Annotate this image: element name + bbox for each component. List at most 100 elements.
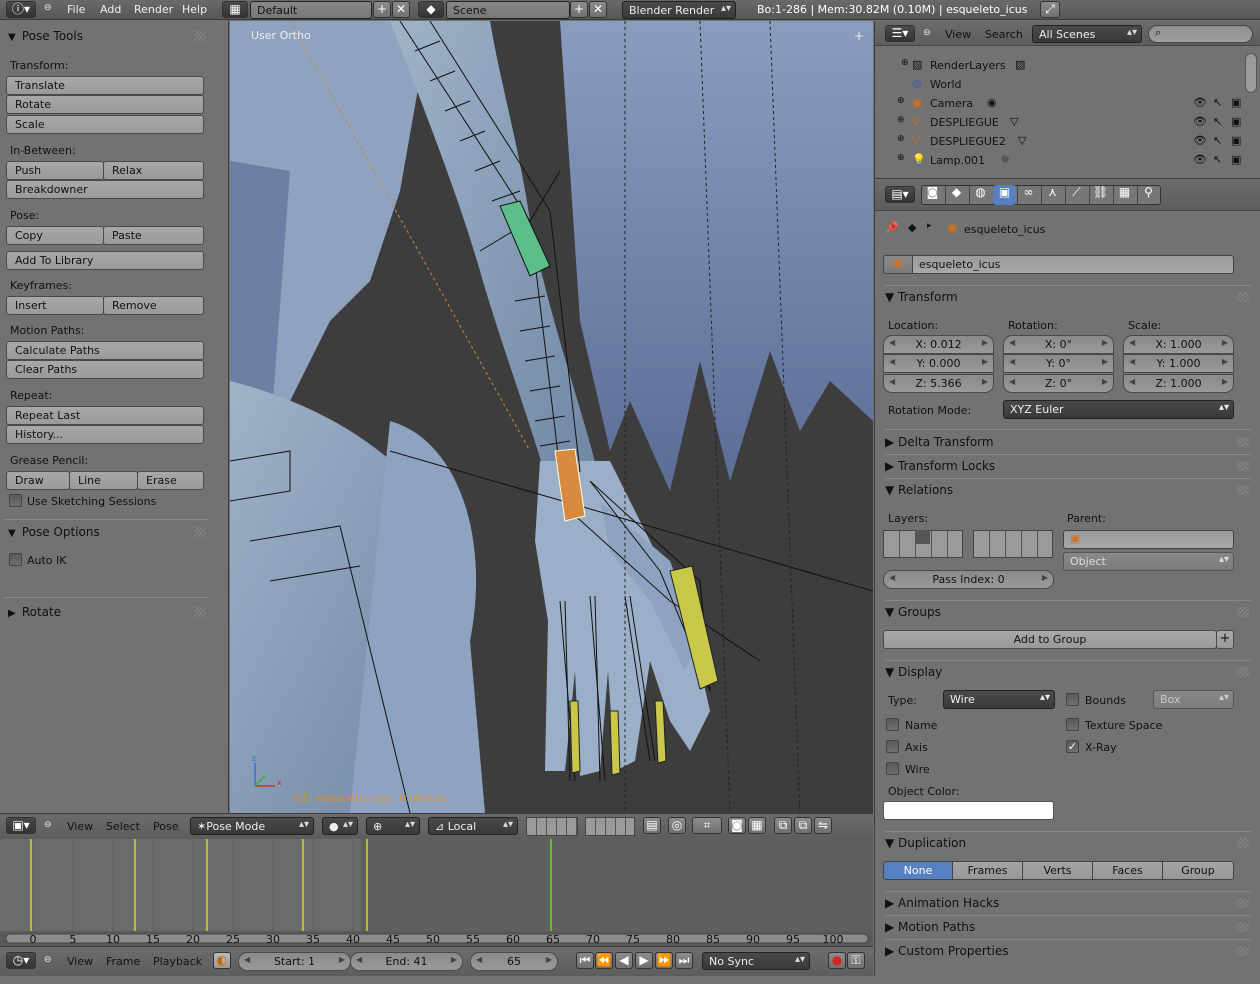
outliner-row[interactable]: ⊕ 💡 Lamp.001 ☼ 👁 ↖ ▣ <box>875 151 1241 170</box>
start-frame-field[interactable]: ◀ Start: 1 ▶ <box>238 952 351 971</box>
cursor-icon[interactable]: ↖ <box>1213 134 1222 147</box>
translate-button[interactable]: Translate <box>6 76 204 95</box>
search-input[interactable]: ⌕ <box>1148 25 1253 43</box>
cursor-icon[interactable]: ↖ <box>1213 96 1222 109</box>
prev-key-icon[interactable]: ⏪ <box>595 952 613 969</box>
remove-screen-button[interactable]: ✕ <box>392 1 410 18</box>
rotate-button[interactable]: Rotate <box>6 95 204 114</box>
transform-locks-header[interactable]: ▶ Transform Locks <box>885 459 995 473</box>
scale-button[interactable]: Scale <box>6 115 204 134</box>
scale-x-field[interactable]: ◀ X: 1.000 ▶ <box>1123 335 1234 354</box>
texture-space-checkbox[interactable] <box>1066 718 1079 731</box>
render-engine-select[interactable]: Blender Render ▴▾ <box>622 1 736 19</box>
outliner-scrollbar[interactable] <box>1245 53 1257 93</box>
menu-playback[interactable]: Playback <box>153 955 202 968</box>
render-icon[interactable]: ▣ <box>1231 134 1241 147</box>
panel-grip-icon[interactable] <box>194 607 206 617</box>
push-button[interactable]: Push <box>6 161 104 180</box>
menu-help[interactable]: Help <box>182 3 207 16</box>
editor-type-icon[interactable]: ◷▾ <box>6 952 36 969</box>
panel-grip-icon[interactable] <box>1237 898 1249 908</box>
proportional-edit-icon[interactable]: ◎ <box>668 817 686 834</box>
outliner-row[interactable]: ◍ World <box>875 75 1241 94</box>
dup-faces-button[interactable]: Faces <box>1092 861 1163 880</box>
collapse-icon[interactable]: ⊖ <box>44 3 52 13</box>
menu-view[interactable]: View <box>945 28 971 41</box>
menu-view[interactable]: View <box>67 820 93 833</box>
object-name-field[interactable]: esqueleto_icus <box>912 255 1234 274</box>
collapse-icon[interactable]: ⊖ <box>44 955 52 965</box>
outliner-row[interactable]: ⊕ ▽ DESPLIEGUE ▽ 👁 ↖ ▣ <box>875 113 1241 132</box>
panel-grip-icon[interactable] <box>1237 485 1249 495</box>
history-button[interactable]: History... <box>6 425 204 444</box>
menu-search[interactable]: Search <box>985 28 1023 41</box>
custom-properties-header[interactable]: ▶ Custom Properties <box>885 944 1008 958</box>
eye-icon[interactable]: 👁 <box>1193 96 1207 109</box>
copy-pose-icon[interactable]: ⧉ <box>774 817 792 834</box>
add-scene-button[interactable]: + <box>570 1 588 18</box>
menu-file[interactable]: File <box>67 3 85 16</box>
keying-icon[interactable]: ⚿ <box>847 952 865 969</box>
play-reverse-icon[interactable]: ◀ <box>615 952 633 969</box>
relations-header[interactable]: ▼ Relations <box>885 483 953 497</box>
menu-view[interactable]: View <box>67 955 93 968</box>
parent-field[interactable]: ▣ <box>1063 530 1234 549</box>
outliner-row[interactable]: ⊕ ▽ DESPLIEGUE2 ▽ 👁 ↖ ▣ <box>875 132 1241 151</box>
clear-paths-button[interactable]: Clear Paths <box>6 360 204 379</box>
pivot-select[interactable]: ⊕ ▴▾ <box>366 817 420 835</box>
line-button[interactable]: Line <box>69 471 138 490</box>
draw-button[interactable]: Draw <box>6 471 70 490</box>
menu-frame[interactable]: Frame <box>106 955 140 968</box>
duplication-header[interactable]: ▼ Duplication <box>885 836 966 850</box>
delta-transform-header[interactable]: ▶ Delta Transform <box>885 435 994 449</box>
panel-grip-icon[interactable] <box>1237 922 1249 932</box>
repeat-last-button[interactable]: Repeat Last <box>6 406 204 425</box>
panel-grip-icon[interactable] <box>1237 461 1249 471</box>
object-color-swatch[interactable] <box>883 801 1054 820</box>
collapse-icon[interactable]: ⊖ <box>44 820 52 830</box>
add-group-icon[interactable]: + <box>1216 630 1234 649</box>
panel-grip-icon[interactable] <box>194 527 206 537</box>
sync-select[interactable]: No Sync ▴▾ <box>702 952 810 970</box>
location-z-field[interactable]: ◀ Z: 5.366 ▶ <box>883 374 994 393</box>
eye-icon[interactable]: 👁 <box>1193 115 1207 128</box>
dup-verts-button[interactable]: Verts <box>1022 861 1093 880</box>
pose-tools-header[interactable]: ▼ Pose Tools <box>8 29 83 43</box>
panel-grip-icon[interactable] <box>1237 667 1249 677</box>
paste-button[interactable]: Paste <box>103 226 204 245</box>
parent-type-select[interactable]: Object ▴▾ <box>1063 552 1234 571</box>
panel-grip-icon[interactable] <box>1237 437 1249 447</box>
render-icon[interactable]: ▣ <box>1231 115 1241 128</box>
groups-header[interactable]: ▼ Groups <box>885 605 941 619</box>
dup-none-button[interactable]: None <box>883 861 953 880</box>
location-y-field[interactable]: ◀ Y: 0.000 ▶ <box>883 354 994 373</box>
add-to-library-button[interactable]: Add To Library <box>6 251 204 270</box>
display-header[interactable]: ▼ Display <box>885 665 942 679</box>
scale-y-field[interactable]: ◀ Y: 1.000 ▶ <box>1123 354 1234 373</box>
breakdowner-button[interactable]: Breakdowner <box>6 180 204 199</box>
render-icon[interactable]: ◙ <box>728 817 746 834</box>
object-tab-icon[interactable]: ▣ <box>993 185 1016 205</box>
menu-select[interactable]: Select <box>106 820 140 833</box>
screen-layout-select[interactable]: Default <box>250 1 372 19</box>
pin-icon[interactable]: 📌 <box>885 221 899 234</box>
pose-options-header[interactable]: ▼ Pose Options <box>8 525 100 539</box>
layer-buttons[interactable] <box>585 817 635 836</box>
motion-paths-header[interactable]: ▶ Motion Paths <box>885 920 975 934</box>
insert-keyframe-button[interactable]: Insert <box>6 296 104 315</box>
dup-group-button[interactable]: Group <box>1162 861 1234 880</box>
rotation-z-field[interactable]: ◀ Z: 0° ▶ <box>1003 374 1114 393</box>
layer-buttons[interactable] <box>526 817 578 836</box>
outliner-row[interactable]: ⊕ ▧ RenderLayers ▧ <box>875 56 1241 75</box>
transform-panel-header[interactable]: ▼ Transform <box>885 290 958 304</box>
paste-pose-icon[interactable]: ⧉ <box>794 817 812 834</box>
menu-add[interactable]: Add <box>100 3 121 16</box>
rotation-y-field[interactable]: ◀ Y: 0° ▶ <box>1003 354 1114 373</box>
editor-type-icon[interactable]: ▣▾ <box>6 817 36 834</box>
render-icon[interactable]: ▣ <box>1231 153 1241 166</box>
display-mode-select[interactable]: All Scenes ▴▾ <box>1032 25 1142 43</box>
rotation-x-field[interactable]: ◀ X: 0° ▶ <box>1003 335 1114 354</box>
auto-ik-checkbox[interactable] <box>9 553 22 566</box>
menu-render[interactable]: Render <box>134 3 173 16</box>
render-anim-icon[interactable]: ▦ <box>748 817 766 834</box>
